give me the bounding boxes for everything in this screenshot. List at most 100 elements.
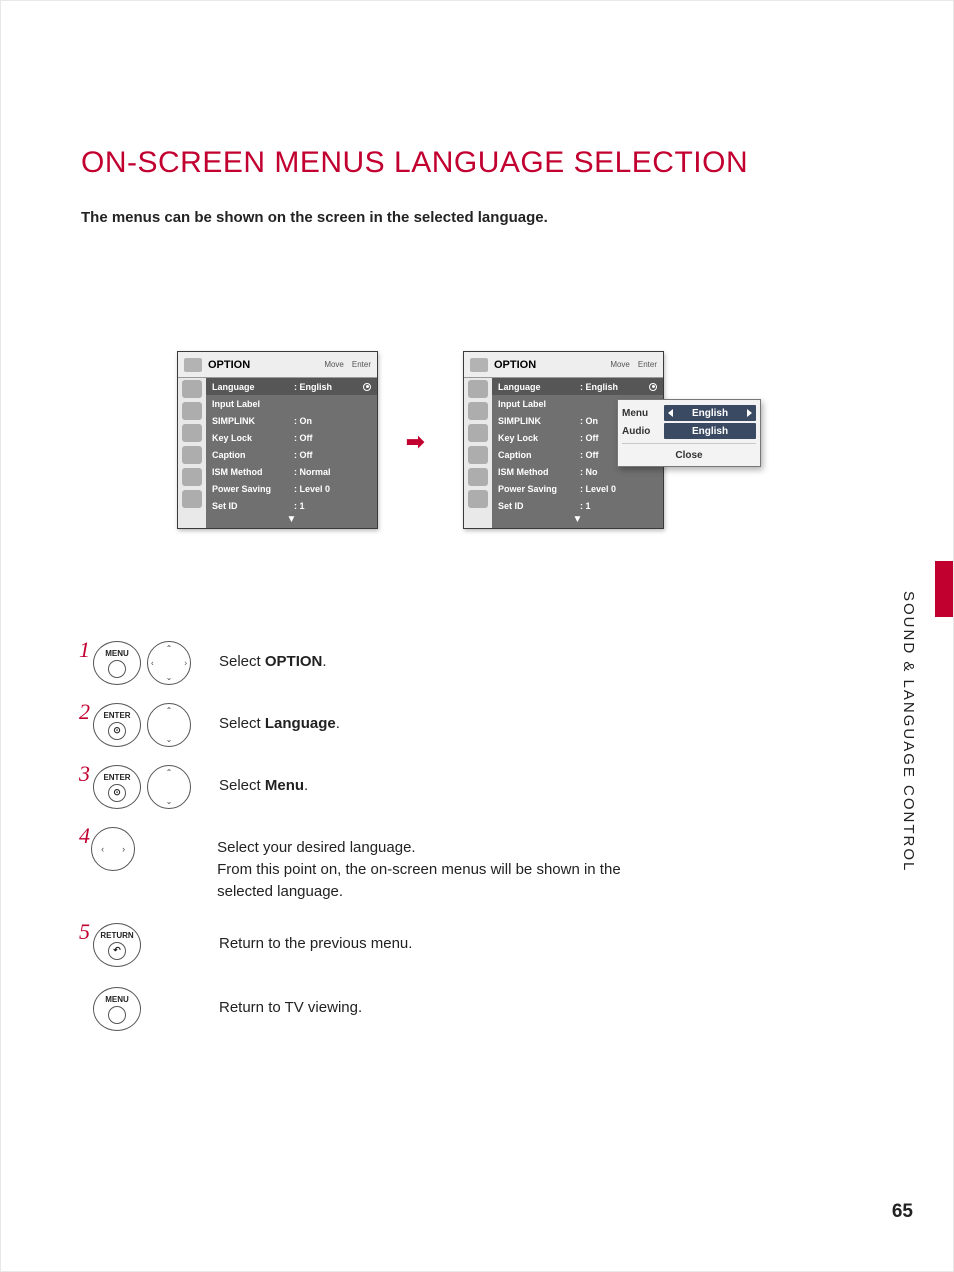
page-subtitle: The menus can be shown on the screen in …: [81, 209, 548, 226]
dpad-updown[interactable]: ⌃⌄: [147, 703, 191, 747]
osd-row[interactable]: Power Saving: Level 0: [492, 480, 663, 497]
chevron-down-icon: ⌄: [166, 673, 173, 682]
osd-title: OPTION: [494, 359, 536, 371]
popup-chip-menu[interactable]: English: [664, 405, 756, 421]
step-text: Select OPTION.: [219, 641, 327, 673]
step: 3ENTER⊙⌃⌄Select Menu.: [79, 765, 679, 809]
sidebar-icon: [468, 490, 488, 508]
button-indicator-icon: [108, 1006, 126, 1024]
divider: [622, 443, 756, 444]
step: MENU Return to TV viewing.: [79, 987, 679, 1031]
osd-row-value: : Off: [294, 450, 313, 460]
osd-row-value: : Level 0: [294, 484, 330, 494]
step-number: 5: [79, 923, 93, 941]
popup-label-menu: Menu: [622, 408, 660, 419]
osd-row[interactable]: Language: English: [206, 378, 377, 395]
osd-hints: Move Enter: [324, 360, 371, 369]
osd-row[interactable]: Input Label: [206, 395, 377, 412]
step-text-line: Return to TV viewing.: [219, 999, 362, 1016]
popup-close-button[interactable]: Close: [622, 447, 756, 462]
osd-row[interactable]: Power Saving: Level 0: [206, 480, 377, 497]
step-text-bold: OPTION: [265, 653, 323, 670]
option-icon: [184, 358, 202, 372]
sidebar-icon: [468, 468, 488, 486]
osd-row-label: ISM Method: [212, 467, 294, 477]
chevron-right-icon: ›: [184, 659, 187, 668]
osd-row[interactable]: ISM Method: Normal: [206, 463, 377, 480]
osd-row-label: Input Label: [498, 399, 580, 409]
chevron-left-icon: ‹: [151, 659, 154, 668]
step-text: Return to TV viewing.: [219, 987, 362, 1019]
remote-button-enter[interactable]: ENTER⊙: [93, 765, 141, 809]
step-text-bold: Menu: [265, 777, 304, 794]
osd-row-label: Caption: [498, 450, 580, 460]
sidebar-icon: [182, 468, 202, 486]
osd-row[interactable]: Set ID: 1: [492, 497, 663, 514]
language-popup: Menu English Audio English Close: [617, 399, 761, 467]
remote-button-menu[interactable]: MENU: [93, 987, 141, 1031]
step: 4‹›Select your desired language.From thi…: [79, 827, 679, 903]
chevron-up-icon: ⌃: [166, 644, 173, 653]
osd-row[interactable]: Language: English: [492, 378, 663, 395]
hint-enter: Enter: [638, 360, 657, 369]
osd-row-label: SIMPLINK: [212, 416, 294, 426]
hint-move: Move: [610, 360, 630, 369]
step-buttons: MENU: [93, 987, 193, 1031]
sidebar-icon: [468, 446, 488, 464]
osd-row-value: : 1: [580, 501, 591, 511]
osd-row-value: : No: [580, 467, 598, 477]
osd-hints: Move Enter: [610, 360, 657, 369]
osd-row-value: : On: [580, 416, 598, 426]
chevron-left-icon[interactable]: [668, 409, 673, 417]
osd-row-value: : On: [294, 416, 312, 426]
step-buttons: ENTER⊙⌃⌄: [93, 765, 193, 809]
osd-row[interactable]: Set ID: 1: [206, 497, 377, 514]
option-icon: [470, 358, 488, 372]
sidebar-icon: [182, 490, 202, 508]
remote-button-enter[interactable]: ENTER⊙: [93, 703, 141, 747]
dpad-updown[interactable]: ⌃⌄: [147, 765, 191, 809]
osd-row-label: Key Lock: [498, 433, 580, 443]
popup-row-audio[interactable]: Audio English: [622, 422, 756, 440]
osd-panel-left: OPTION Move Enter Language: EnglishInput…: [177, 351, 378, 529]
osd-list-left: Language: EnglishInput LabelSIMPLINK: On…: [206, 378, 377, 528]
button-indicator-icon: ⊙: [108, 722, 126, 740]
step: 5RETURN↶Return to the previous menu.: [79, 923, 679, 967]
osd-sidebar: [464, 378, 492, 528]
osd-row-value: : English: [580, 382, 618, 392]
popup-label-audio: Audio: [622, 426, 660, 437]
popup-chip-audio[interactable]: English: [664, 423, 756, 439]
remote-button-menu[interactable]: MENU: [93, 641, 141, 685]
sidebar-icon: [182, 424, 202, 442]
osd-row[interactable]: Key Lock: Off: [206, 429, 377, 446]
step: 2ENTER⊙⌃⌄Select Language.: [79, 703, 679, 747]
chevron-down-icon: ⌄: [166, 797, 173, 806]
step-text: Select Language.: [219, 703, 340, 735]
osd-row-label: Key Lock: [212, 433, 294, 443]
osd-row[interactable]: Caption: Off: [206, 446, 377, 463]
osd-row-label: Power Saving: [498, 484, 580, 494]
page-title: ON-SCREEN MENUS LANGUAGE SELECTION: [81, 146, 748, 180]
chevron-up-icon: ⌃: [166, 706, 173, 715]
popup-value-menu: English: [692, 408, 728, 419]
step-text-suffix: .: [336, 715, 340, 732]
osd-row[interactable]: SIMPLINK: On: [206, 412, 377, 429]
step-text-suffix: .: [322, 653, 326, 670]
step-text-prefix: Select: [219, 777, 265, 794]
step-text-bold: Language: [265, 715, 336, 732]
chevron-down-icon: ⌄: [166, 735, 173, 744]
chevron-left-icon: ‹: [101, 844, 104, 854]
step-text-prefix: Select: [219, 715, 265, 732]
popup-value-audio: English: [692, 426, 728, 437]
osd-row-label: Language: [212, 382, 294, 392]
osd-row-label: Set ID: [498, 501, 580, 511]
chevron-right-icon[interactable]: [747, 409, 752, 417]
step-text-line: From this point on, the on-screen menus …: [217, 861, 621, 900]
dpad-full[interactable]: ⌃ ⌄ ‹ ›: [147, 641, 191, 685]
popup-row-menu[interactable]: Menu English: [622, 404, 756, 422]
dpad-leftright[interactable]: ‹›: [91, 827, 135, 871]
step: 1MENU⌃⌄‹›Select OPTION.: [79, 641, 679, 685]
remote-button-return[interactable]: RETURN↶: [93, 923, 141, 967]
button-indicator-icon: [108, 660, 126, 678]
button-indicator-icon: ↶: [108, 942, 126, 960]
